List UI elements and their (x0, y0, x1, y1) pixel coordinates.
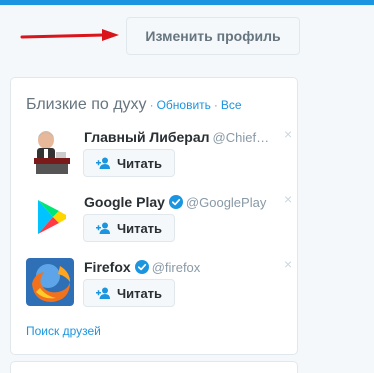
follow-button[interactable]: Читать (83, 149, 175, 177)
follow-button-label: Читать (116, 220, 163, 236)
edit-profile-button[interactable]: Изменить профиль (126, 17, 300, 55)
user-handle[interactable]: @firefox (152, 260, 201, 275)
user-handle[interactable]: @Chief… (213, 130, 270, 145)
follow-button-label: Читать (116, 155, 163, 171)
google-play-logo-icon[interactable] (26, 193, 74, 241)
title-separator: · (149, 98, 154, 112)
follow-button[interactable]: Читать (83, 214, 175, 242)
user-name[interactable]: Firefox (84, 259, 131, 275)
follow-button[interactable]: Читать (83, 279, 175, 307)
firefox-logo-icon[interactable] (26, 258, 74, 306)
add-user-icon (95, 157, 110, 169)
view-all-link[interactable]: Все (221, 98, 242, 112)
dismiss-icon[interactable]: × (284, 127, 292, 141)
suggested-user-row: Главный Либерал @Chief… Читать × (26, 127, 292, 186)
top-accent-bar (0, 0, 374, 5)
cartoon-politician-avatar-icon[interactable] (26, 128, 74, 176)
dismiss-icon[interactable]: × (284, 257, 292, 271)
next-module-card (10, 361, 298, 373)
verified-badge-icon (168, 195, 183, 209)
user-name[interactable]: Google Play (84, 194, 165, 210)
add-user-icon (95, 222, 110, 234)
verified-badge-icon (134, 260, 149, 274)
who-to-follow-title: Близкие по духу (26, 96, 147, 113)
add-user-icon (95, 287, 110, 299)
refresh-link[interactable]: Обновить (157, 98, 211, 112)
who-to-follow-header: Близкие по духу · Обновить · Все (26, 96, 242, 114)
suggested-user-row: Firefox @firefox Читать × (26, 257, 292, 316)
dismiss-icon[interactable]: × (284, 192, 292, 206)
find-friends-link[interactable]: Поиск друзей (26, 324, 101, 338)
red-arrow-icon (20, 29, 119, 41)
user-name[interactable]: Главный Либерал (84, 129, 210, 145)
who-to-follow-card: Близкие по духу · Обновить · Все Главный… (10, 77, 298, 355)
links-separator: · (213, 98, 218, 112)
follow-button-label: Читать (116, 285, 163, 301)
user-handle[interactable]: @GooglePlay (186, 195, 266, 210)
suggested-user-row: Google Play @GooglePlay Читать × (26, 192, 292, 251)
